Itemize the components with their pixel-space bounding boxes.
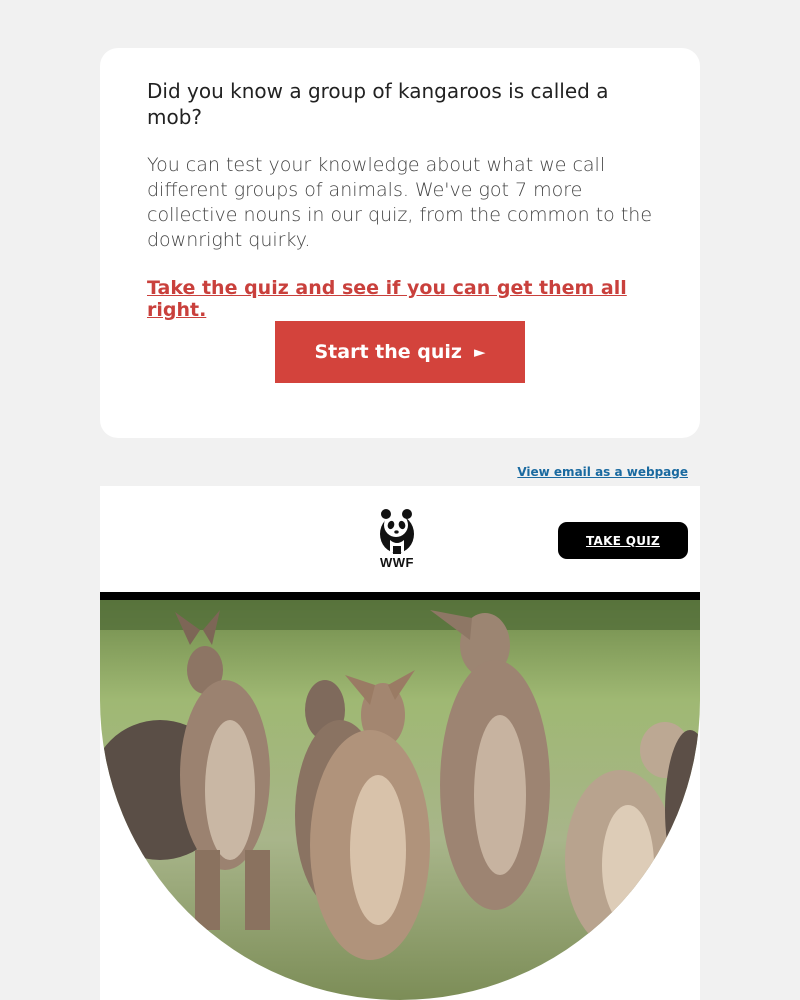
card-body-text: You can test your knowledge about what w… — [147, 154, 653, 251]
view-as-webpage-link[interactable]: View email as a webpage — [517, 465, 688, 479]
intro-card-content: Did you know a group of kangaroos is cal… — [147, 78, 657, 321]
start-quiz-button[interactable]: Start the quiz ► — [275, 321, 525, 383]
header-divider — [100, 592, 700, 600]
logo-wordmark: WWF — [380, 555, 414, 570]
kangaroo-mob-photo — [100, 600, 700, 1000]
panda-icon — [380, 509, 414, 554]
kangaroo-illustration — [100, 600, 700, 1000]
play-arrow-icon: ► — [473, 343, 486, 361]
hero-image-container — [100, 600, 700, 1000]
take-quiz-button[interactable]: TAKE QUIZ — [558, 522, 688, 559]
start-quiz-label: Start the quiz — [314, 341, 462, 363]
quiz-text-link[interactable]: Take the quiz and see if you can get the… — [147, 277, 657, 321]
intro-card: Did you know a group of kangaroos is cal… — [100, 48, 700, 438]
email-header: WWF TAKE QUIZ — [100, 486, 700, 592]
wwf-logo[interactable]: WWF — [375, 508, 419, 570]
card-headline: Did you know a group of kangaroos is cal… — [147, 79, 609, 129]
